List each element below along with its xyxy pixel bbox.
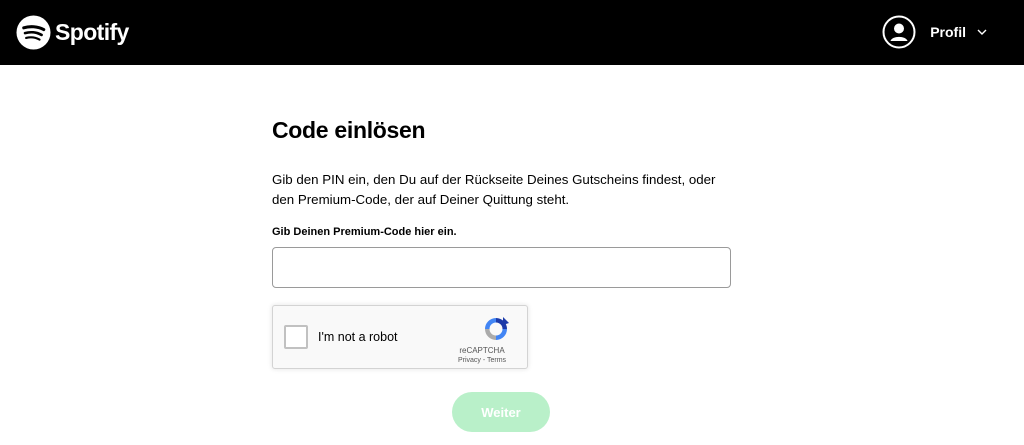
code-field-label: Gib Deinen Premium-Code hier ein. <box>272 226 457 238</box>
chevron-down-icon <box>977 29 987 35</box>
brand-name: Spotify <box>55 18 129 45</box>
spotify-logo-icon <box>16 14 51 50</box>
recaptcha-brand: reCAPTCHA <box>459 346 505 355</box>
recaptcha-terms-link[interactable]: Terms <box>487 357 506 364</box>
recaptcha-logo-icon <box>485 317 509 340</box>
page-title: Code einlösen <box>272 117 426 143</box>
recaptcha-widget: I'm not a robot reCAPTCHA Privacy - Term… <box>272 305 528 369</box>
recaptcha-label: I'm not a robot <box>318 330 398 344</box>
intro-text: Gib den PIN ein, den Du auf der Rückseit… <box>272 172 716 207</box>
profile-label: Profil <box>930 24 966 40</box>
user-circle-icon <box>882 15 916 49</box>
continue-button[interactable]: Weiter <box>452 392 550 432</box>
recaptcha-links: Privacy - Terms <box>447 356 517 365</box>
recaptcha-privacy-link[interactable]: Privacy <box>458 357 481 364</box>
top-navigation-bar: Spotify Profil <box>0 0 1024 65</box>
premium-code-input[interactable] <box>272 247 731 288</box>
redeem-code-section: Code einlösen Gib den PIN ein, den Du au… <box>272 115 732 288</box>
spotify-logo[interactable]: Spotify <box>16 14 129 50</box>
recaptcha-checkbox[interactable] <box>284 325 308 349</box>
profile-menu-button[interactable]: Profil <box>882 13 988 51</box>
